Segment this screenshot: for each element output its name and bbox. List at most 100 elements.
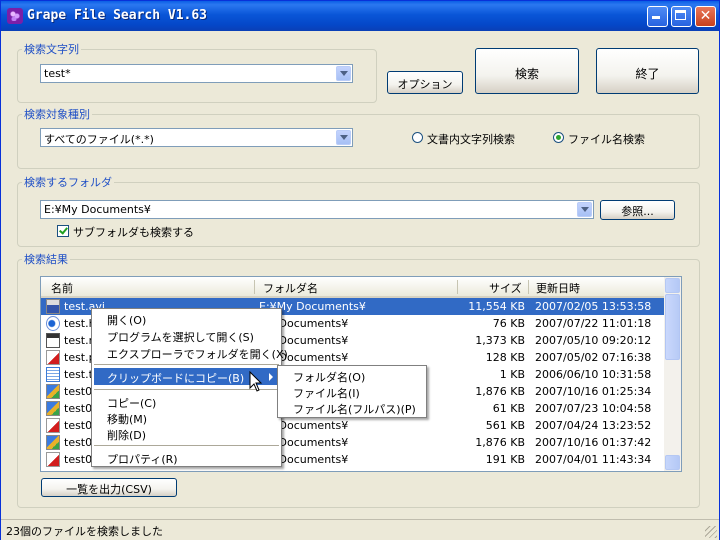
- menu-item-move[interactable]: 移動(M): [94, 409, 279, 426]
- search-string-combo[interactable]: test*: [40, 64, 353, 83]
- minimize-button[interactable]: [647, 6, 668, 27]
- cell-name: test0: [64, 453, 93, 466]
- search-string-label: 検索文字列: [22, 41, 81, 57]
- submenu-item-file-name[interactable]: ファイル名(I): [280, 383, 424, 400]
- search-type-value: すべてのファイル(*.*): [44, 133, 154, 146]
- window-title: Grape File Search V1.63: [27, 8, 208, 23]
- submenu-arrow-icon: [269, 373, 273, 381]
- close-icon: ✕: [699, 8, 712, 24]
- menu-item-open-with[interactable]: プログラムを選択して開く(S): [94, 327, 279, 344]
- image-file-icon: [46, 401, 60, 416]
- mouse-cursor-icon: [249, 371, 263, 392]
- menu-item-copy-clipboard-label: クリップボードにコピー(B): [107, 372, 245, 385]
- clipboard-submenu: フォルダ名(O) ファイル名(I) ファイル名(フルパス)(P): [277, 365, 427, 418]
- options-button[interactable]: オプション: [387, 71, 463, 94]
- scroll-up-button[interactable]: [665, 278, 680, 293]
- cell-date: 2007/02/05 13:53:58: [535, 300, 652, 313]
- image-file-icon: [46, 435, 60, 450]
- cell-size: 191 KB: [485, 453, 525, 466]
- column-header-name[interactable]: 名前: [51, 280, 73, 296]
- content-search-radio[interactable]: [412, 132, 423, 143]
- search-type-label: 検索対象種別: [22, 106, 92, 122]
- cell-size: 128 KB: [485, 351, 525, 364]
- chevron-down-icon[interactable]: [336, 66, 351, 81]
- status-text: 23個のファイルを検索しました: [6, 525, 163, 538]
- cell-size: 76 KB: [492, 317, 525, 330]
- pdf-file-icon: [46, 418, 60, 433]
- export-csv-label: 一覧を出力(CSV): [66, 483, 152, 496]
- cell-date: 2007/07/22 11:01:18: [535, 317, 652, 330]
- pdf-file-icon: [46, 452, 60, 467]
- cell-date: 2007/07/23 10:04:58: [535, 402, 652, 415]
- cell-name: test0: [64, 402, 93, 415]
- cell-date: 2007/04/01 11:43:34: [535, 453, 652, 466]
- results-header: 名前 フォルダ名 サイズ 更新日時: [41, 277, 665, 298]
- column-header-size[interactable]: サイズ: [489, 280, 522, 296]
- cell-name: test.t: [64, 368, 93, 381]
- search-string-value: test*: [44, 67, 71, 80]
- title-bar[interactable]: Grape File Search V1.63 ✕: [1, 1, 719, 31]
- maximize-icon: [675, 10, 686, 20]
- vertical-scrollbar[interactable]: [664, 277, 681, 471]
- text-file-icon: [46, 367, 60, 382]
- submenu-item-full-path[interactable]: ファイル名(フルパス)(P): [280, 399, 424, 416]
- main-window: Grape File Search V1.63 ✕ 検索文字列 test* オプ…: [0, 0, 720, 540]
- subfolder-label[interactable]: サブフォルダも検索する: [73, 224, 194, 240]
- folder-combo[interactable]: E:¥My Documents¥: [40, 200, 594, 219]
- scroll-down-button[interactable]: [665, 455, 680, 470]
- results-label: 検索結果: [22, 251, 70, 267]
- chevron-down-icon[interactable]: [336, 130, 351, 145]
- cell-date: 2007/05/10 09:20:12: [535, 334, 652, 347]
- browse-button[interactable]: 参照...: [600, 200, 675, 220]
- cell-size: 561 KB: [485, 419, 525, 432]
- cell-name: test0: [64, 436, 93, 449]
- folder-label: 検索するフォルダ: [22, 174, 114, 190]
- search-button[interactable]: 検索: [475, 48, 579, 94]
- menu-item-delete[interactable]: 削除(D): [94, 425, 279, 442]
- cell-size: 1,876 KB: [475, 436, 525, 449]
- cell-size: 61 KB: [492, 402, 525, 415]
- cell-size: 1,876 KB: [475, 385, 525, 398]
- resize-grip-icon[interactable]: [705, 526, 717, 538]
- cell-date: 2007/05/02 07:16:38: [535, 351, 652, 364]
- content-search-label[interactable]: 文書内文字列検索: [427, 131, 515, 147]
- subfolder-checkbox[interactable]: [57, 225, 69, 237]
- filename-search-radio[interactable]: [553, 132, 564, 143]
- scroll-thumb[interactable]: [665, 294, 680, 360]
- submenu-item-folder-name[interactable]: フォルダ名(O): [280, 367, 424, 384]
- cell-date: 2006/06/10 10:31:58: [535, 368, 652, 381]
- cell-size: 11,554 KB: [468, 300, 525, 313]
- exit-button[interactable]: 終了: [596, 48, 699, 94]
- cell-date: 2007/10/16 01:37:42: [535, 436, 652, 449]
- search-button-label: 検索: [514, 67, 539, 81]
- maximize-button[interactable]: [671, 6, 692, 27]
- options-button-label: オプション: [397, 78, 453, 91]
- folder-value: E:¥My Documents¥: [44, 203, 151, 216]
- cell-name: test0: [64, 385, 93, 398]
- chevron-down-icon[interactable]: [577, 202, 592, 217]
- status-bar: 23個のファイルを検索しました: [1, 519, 719, 540]
- cell-size: 1,373 KB: [475, 334, 525, 347]
- column-header-date[interactable]: 更新日時: [536, 280, 580, 296]
- minimize-icon: [652, 16, 660, 19]
- search-type-combo[interactable]: すべてのファイル(*.*): [40, 128, 353, 147]
- menu-item-open[interactable]: 開く(O): [94, 310, 279, 327]
- avi-file-icon: [46, 299, 60, 314]
- menu-item-copy[interactable]: コピー(C): [94, 393, 279, 410]
- image-file-icon: [46, 384, 60, 399]
- column-header-folder[interactable]: フォルダ名: [263, 280, 318, 296]
- filename-search-label[interactable]: ファイル名検索: [568, 131, 645, 147]
- cell-size: 1 KB: [499, 368, 525, 381]
- menu-item-open-folder[interactable]: エクスプローラでフォルダを開く(X): [94, 344, 288, 361]
- cell-date: 2007/10/16 01:25:34: [535, 385, 652, 398]
- cell-name: test0: [64, 419, 93, 432]
- exit-button-label: 終了: [635, 67, 660, 81]
- close-button[interactable]: ✕: [695, 6, 716, 27]
- grape-app-icon[interactable]: [7, 8, 23, 24]
- media-file-icon: [46, 333, 60, 348]
- export-csv-button[interactable]: 一覧を出力(CSV): [41, 478, 177, 497]
- pdf-file-icon: [46, 350, 60, 365]
- browse-button-label: 参照...: [621, 205, 654, 218]
- menu-item-properties[interactable]: プロパティ(R): [94, 449, 279, 466]
- cell-date: 2007/04/24 13:23:52: [535, 419, 652, 432]
